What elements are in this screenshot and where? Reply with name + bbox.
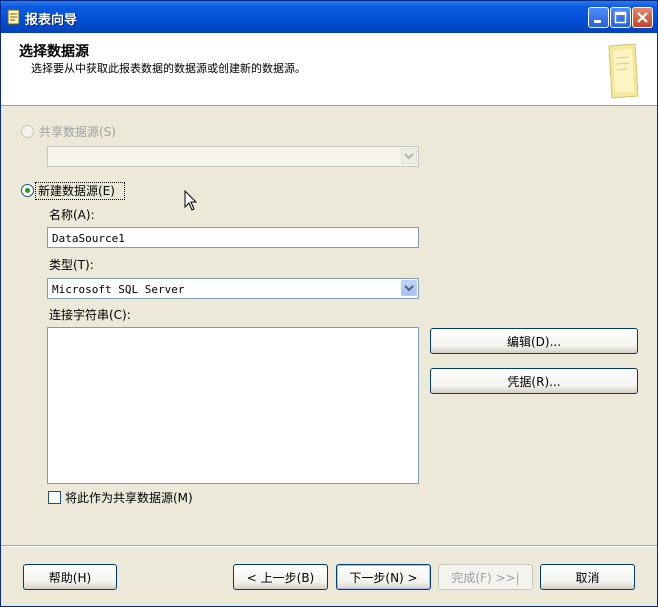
- help-button-label: 帮助(H): [48, 570, 92, 585]
- edit-button[interactable]: 编辑(D)...: [430, 328, 638, 354]
- connection-string-label: 连接字符串(C):: [49, 308, 131, 322]
- dropdown-arrow-icon: [404, 153, 414, 160]
- window-title: 报表向导: [25, 13, 78, 28]
- cancel-button-label: 取消: [575, 570, 600, 585]
- dropdown-arrow-icon: [404, 285, 414, 292]
- type-select[interactable]: Microsoft SQL Server: [47, 278, 419, 299]
- minimize-button[interactable]: [588, 7, 609, 28]
- close-button[interactable]: [632, 7, 653, 28]
- maximize-icon: [614, 11, 627, 24]
- minimize-icon: [594, 20, 601, 23]
- title-bar[interactable]: 报表向导: [1, 1, 657, 33]
- finish-button-label: 完成(F) >>|: [451, 570, 520, 585]
- type-value: Microsoft SQL Server: [52, 283, 185, 296]
- shared-source-select[interactable]: [47, 146, 419, 167]
- page-title: 选择数据源: [19, 44, 89, 60]
- cancel-button[interactable]: 取消: [540, 564, 635, 590]
- type-label: 类型(T):: [49, 258, 94, 272]
- page-subtitle: 选择要从中获取此报表数据的数据源或创建新的数据源。: [31, 62, 306, 75]
- connection-string-textarea[interactable]: [47, 327, 419, 484]
- next-button-label: 下一步(N) >: [349, 570, 418, 585]
- back-button-label: < 上一步(B): [246, 570, 315, 585]
- report-wizard-icon: [7, 9, 20, 25]
- next-button[interactable]: 下一步(N) >: [336, 564, 431, 590]
- edit-button-label: 编辑(D)...: [506, 334, 562, 349]
- credentials-button[interactable]: 凭据(R)...: [430, 368, 638, 394]
- name-value: DataSource1: [52, 232, 125, 245]
- footer-separator: [1, 545, 657, 547]
- report-wizard-window: 报表向导 选择数据源 选择要从中获取此报表数据的数据源或创建新的数据源。 共享数…: [0, 0, 658, 607]
- type-dropdown-button[interactable]: [401, 280, 417, 296]
- name-label: 名称(A):: [49, 208, 95, 222]
- shared-source-label: 共享数据源(S): [39, 125, 116, 139]
- make-shared-checkbox[interactable]: [48, 491, 61, 504]
- make-shared-label: 将此作为共享数据源(M): [65, 491, 193, 505]
- back-button[interactable]: < 上一步(B): [233, 564, 328, 590]
- credentials-button-label: 凭据(R)...: [507, 374, 561, 389]
- new-source-label: 新建数据源(E): [38, 184, 115, 198]
- shared-source-radio[interactable]: [21, 125, 34, 138]
- wizard-header: 选择数据源 选择要从中获取此报表数据的数据源或创建新的数据源。: [1, 33, 657, 106]
- new-source-radio[interactable]: [21, 184, 34, 197]
- shared-source-dropdown-button[interactable]: [401, 148, 417, 164]
- mouse-cursor-icon: [184, 190, 198, 211]
- finish-button[interactable]: 完成(F) >>|: [438, 564, 533, 590]
- close-icon: [637, 12, 648, 23]
- name-input[interactable]: DataSource1: [47, 227, 419, 248]
- wizard-page-icon: [608, 43, 639, 99]
- help-button[interactable]: 帮助(H): [23, 564, 117, 590]
- maximize-button[interactable]: [610, 7, 631, 28]
